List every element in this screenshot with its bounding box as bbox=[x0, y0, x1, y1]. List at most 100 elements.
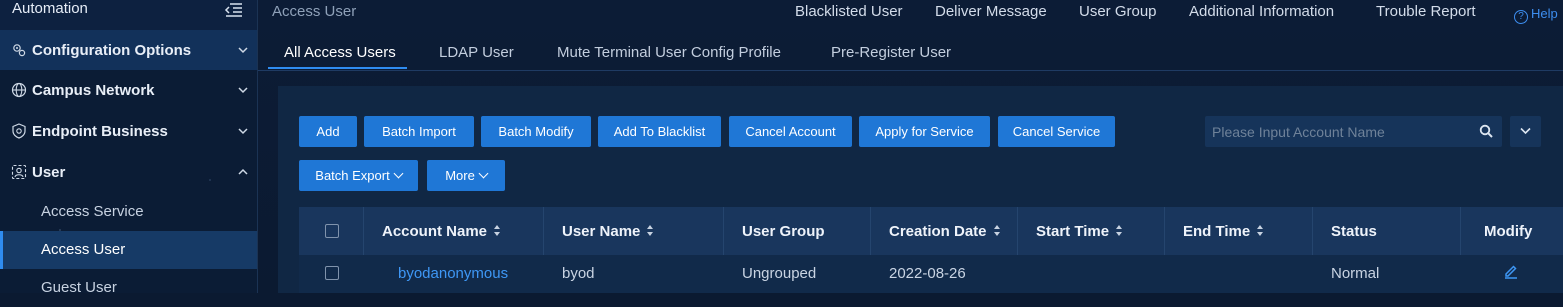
sidebar-group-campus-network[interactable]: Campus Network bbox=[0, 70, 257, 110]
batch-import-button[interactable]: Batch Import bbox=[364, 116, 474, 147]
chevron-down-icon bbox=[238, 87, 248, 94]
sidebar-header: Automation bbox=[0, 0, 257, 30]
chevron-up-icon bbox=[238, 168, 248, 175]
cell-status: Normal bbox=[1331, 265, 1380, 282]
add-button[interactable]: Add bbox=[299, 116, 357, 147]
sort-icon[interactable] bbox=[993, 225, 1001, 237]
collapse-menu-icon[interactable] bbox=[224, 2, 242, 18]
gear-cluster-icon bbox=[13, 44, 26, 57]
more-label: More bbox=[445, 168, 475, 183]
tab-all-access-users[interactable]: All Access Users bbox=[284, 44, 396, 61]
chevron-down-icon bbox=[238, 47, 248, 54]
batch-export-dropdown[interactable]: Batch Export bbox=[299, 160, 418, 191]
chevron-down-icon bbox=[1520, 127, 1531, 135]
column-divider bbox=[870, 207, 871, 255]
add-to-blacklist-button[interactable]: Add To Blacklist bbox=[598, 116, 721, 147]
col-label: End Time bbox=[1183, 222, 1251, 240]
cancel-service-button[interactable]: Cancel Service bbox=[998, 116, 1115, 147]
sort-icon[interactable] bbox=[1116, 225, 1123, 237]
link-additional-information[interactable]: Additional Information bbox=[1189, 3, 1334, 20]
shield-icon bbox=[12, 123, 26, 139]
sidebar-item-access-user[interactable]: Access User bbox=[0, 231, 257, 269]
col-account-name[interactable]: Account Name bbox=[382, 207, 501, 255]
tab-pre-register-user[interactable]: Pre-Register User bbox=[831, 44, 951, 61]
col-label: Account Name bbox=[382, 222, 488, 240]
column-divider bbox=[1017, 207, 1018, 255]
link-deliver-message[interactable]: Deliver Message bbox=[935, 3, 1047, 20]
sidebar-group-endpoint-business[interactable]: Endpoint Business bbox=[0, 111, 257, 151]
link-trouble-report[interactable]: Trouble Report bbox=[1376, 3, 1476, 20]
cell-user-group: Ungrouped bbox=[742, 265, 817, 282]
row-checkbox[interactable] bbox=[325, 266, 339, 280]
advanced-search-toggle[interactable] bbox=[1510, 116, 1541, 147]
col-end-time[interactable]: End Time bbox=[1183, 207, 1264, 255]
col-user-name[interactable]: User Name bbox=[562, 207, 654, 255]
sidebar-title: Automation bbox=[12, 0, 88, 17]
col-status: Status bbox=[1331, 207, 1377, 255]
account-search bbox=[1205, 116, 1502, 147]
user-group-icon bbox=[11, 164, 27, 180]
column-divider bbox=[543, 207, 544, 255]
col-user-group: User Group bbox=[742, 207, 825, 255]
tab-mute-terminal-user-config-profile[interactable]: Mute Terminal User Config Profile bbox=[557, 44, 781, 61]
sort-icon[interactable] bbox=[494, 225, 501, 237]
column-divider bbox=[1312, 207, 1313, 255]
help-link[interactable]: ? Help bbox=[1514, 6, 1558, 24]
breadcrumb: Access User bbox=[272, 3, 357, 20]
table-header: Account Name User Name User Group Creati… bbox=[299, 207, 1563, 255]
col-modify: Modify bbox=[1484, 207, 1532, 255]
sidebar-group-label: Configuration Options bbox=[32, 41, 192, 59]
cancel-account-button[interactable]: Cancel Account bbox=[729, 116, 852, 147]
link-user-group[interactable]: User Group bbox=[1079, 3, 1157, 20]
sidebar-item-guest-user[interactable]: Guest User bbox=[0, 269, 257, 307]
col-label: Creation Date bbox=[889, 222, 987, 240]
help-icon: ? bbox=[1514, 10, 1528, 24]
search-icon[interactable] bbox=[1479, 124, 1493, 138]
sidebar-item-label: Access Service bbox=[41, 203, 144, 220]
sidebar: Automation Configuration Options Campus … bbox=[0, 0, 258, 296]
sidebar-group-user[interactable]: User bbox=[0, 152, 257, 192]
tab-ldap-user[interactable]: LDAP User bbox=[439, 44, 514, 61]
col-label: Status bbox=[1331, 222, 1377, 240]
help-label: Help bbox=[1531, 6, 1558, 21]
chevron-down-icon bbox=[393, 168, 404, 179]
select-all-checkbox[interactable] bbox=[325, 224, 339, 238]
user-list-panel: Add Batch Import Batch Modify Add To Bla… bbox=[278, 86, 1563, 293]
sidebar-group-configuration-options[interactable]: Configuration Options bbox=[0, 30, 257, 70]
table-row: byodanonymous byod Ungrouped 2022-08-26 … bbox=[299, 255, 1563, 293]
sidebar-item-access-service[interactable]: Access Service bbox=[0, 193, 257, 231]
active-tab-indicator bbox=[268, 67, 407, 69]
chevron-down-icon bbox=[478, 168, 489, 179]
tab-bar: All Access Users LDAP User Mute Terminal… bbox=[258, 35, 1563, 71]
sidebar-group-label: Campus Network bbox=[32, 81, 155, 99]
globe-icon bbox=[11, 82, 27, 98]
col-label: Start Time bbox=[1036, 222, 1110, 240]
link-blacklisted-user[interactable]: Blacklisted User bbox=[795, 3, 903, 20]
apply-for-service-button[interactable]: Apply for Service bbox=[859, 116, 990, 147]
cell-creation-date: 2022-08-26 bbox=[889, 265, 966, 282]
sort-icon[interactable] bbox=[647, 225, 654, 237]
sidebar-item-label: Guest User bbox=[41, 279, 117, 296]
more-dropdown[interactable]: More bbox=[427, 160, 505, 191]
edit-icon[interactable] bbox=[1503, 263, 1519, 279]
column-divider bbox=[1164, 207, 1165, 255]
col-label: User Group bbox=[742, 222, 825, 240]
batch-modify-button[interactable]: Batch Modify bbox=[481, 116, 591, 147]
cell-user-name: byod bbox=[562, 265, 595, 282]
col-start-time[interactable]: Start Time bbox=[1036, 207, 1123, 255]
col-label: User Name bbox=[562, 222, 641, 240]
chevron-down-icon bbox=[238, 128, 248, 135]
column-divider bbox=[723, 207, 724, 255]
account-name-link[interactable]: byodanonymous bbox=[398, 265, 508, 282]
col-creation-date[interactable]: Creation Date bbox=[889, 207, 1001, 255]
column-divider bbox=[1460, 207, 1461, 255]
search-input[interactable] bbox=[1205, 116, 1465, 147]
main-content: Access User Blacklisted User Deliver Mes… bbox=[258, 0, 1563, 293]
col-label: Modify bbox=[1484, 222, 1533, 240]
column-divider bbox=[363, 207, 364, 255]
sidebar-group-label: User bbox=[32, 163, 66, 181]
batch-export-label: Batch Export bbox=[315, 168, 390, 183]
sidebar-item-label: Access User bbox=[41, 241, 126, 258]
sort-icon[interactable] bbox=[1257, 225, 1264, 237]
sidebar-group-label: Endpoint Business bbox=[32, 122, 168, 140]
